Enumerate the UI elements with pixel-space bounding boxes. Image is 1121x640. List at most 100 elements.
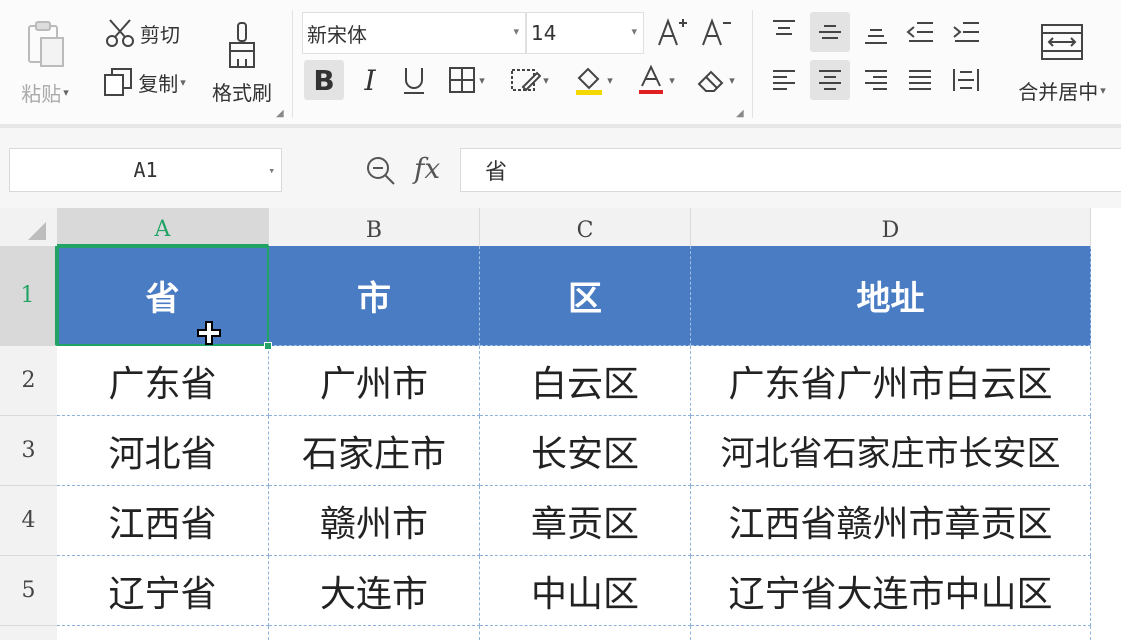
chevron-down-icon: ▾: [729, 73, 735, 87]
cell-d4[interactable]: 江西省赣州市章贡区: [691, 486, 1091, 556]
distributed-align-button[interactable]: [946, 60, 986, 100]
borders-button[interactable]: ▾: [440, 60, 492, 100]
clear-format-button[interactable]: ▾: [688, 60, 742, 100]
increase-indent-button[interactable]: [946, 12, 986, 52]
cell-c1[interactable]: 区: [480, 246, 691, 346]
cell-a4[interactable]: 江西省: [57, 486, 269, 556]
font-size-select[interactable]: 14 ▾: [526, 12, 644, 54]
format-painter-button[interactable]: 格式刷: [204, 8, 280, 118]
format-painter-label: 格式刷: [212, 80, 272, 105]
cell-d5[interactable]: 辽宁省大连市中山区: [691, 556, 1091, 626]
corner-triangle-icon: [28, 222, 46, 240]
paste-button[interactable]: 粘贴 ▾: [10, 8, 80, 118]
align-middle-icon: [819, 25, 841, 39]
cell-b1[interactable]: 市: [269, 246, 480, 346]
align-center-button[interactable]: [810, 60, 850, 100]
indent-icon: [953, 22, 979, 42]
cell-a3[interactable]: 河北省: [57, 416, 269, 486]
cell-b5[interactable]: 大连市: [269, 556, 480, 626]
align-middle-button[interactable]: [810, 12, 850, 52]
font-grow-icon: [658, 18, 687, 46]
zoom-button[interactable]: [364, 154, 400, 190]
increase-font-size-button[interactable]: [652, 12, 692, 52]
cell-a5[interactable]: 辽宁省: [57, 556, 269, 626]
outdent-icon: [906, 22, 933, 42]
italic-button[interactable]: I: [350, 60, 390, 100]
cell-reference: A1: [133, 158, 158, 182]
row-header-label: 2: [21, 368, 36, 393]
row-header-label: 3: [21, 438, 36, 463]
borders-icon: [449, 67, 476, 93]
italic-icon: I: [364, 63, 376, 97]
decrease-font-size-button[interactable]: [696, 12, 736, 52]
justify-button[interactable]: [900, 60, 940, 100]
copy-button[interactable]: 复制 ▾: [92, 62, 196, 102]
cell-d1[interactable]: 地址: [691, 246, 1091, 346]
font-name-value: 新宋体: [307, 22, 367, 47]
cell-c5[interactable]: 中山区: [480, 556, 691, 626]
cell-c2[interactable]: 白云区: [480, 346, 691, 416]
cell-b2[interactable]: 广州市: [269, 346, 480, 416]
font-dialog-launcher[interactable]: ◢: [736, 108, 744, 119]
divider: [752, 10, 753, 118]
copy-icon: [104, 68, 133, 96]
row-header-5[interactable]: 5: [0, 556, 57, 626]
font-name-select[interactable]: 新宋体 ▾: [302, 12, 526, 54]
chevron-down-icon: ▾: [479, 73, 485, 87]
clipboard-dialog-launcher[interactable]: ◢: [276, 108, 284, 119]
select-all-corner[interactable]: [0, 208, 57, 246]
font-size-value: 14: [531, 21, 557, 45]
column-header-a[interactable]: A: [57, 208, 269, 246]
cell-b3[interactable]: 石家庄市: [269, 416, 480, 486]
align-top-button[interactable]: [764, 12, 804, 52]
chevron-down-icon: ▾: [607, 73, 613, 87]
column-header-d[interactable]: D: [691, 208, 1091, 246]
cell-c3[interactable]: 长安区: [480, 416, 691, 486]
cut-button[interactable]: 剪切: [92, 14, 192, 52]
row-header-1[interactable]: 1: [0, 246, 57, 346]
cell-a2[interactable]: 广东省: [57, 346, 269, 416]
align-right-button[interactable]: [856, 60, 896, 100]
chevron-down-icon: ▾: [513, 25, 519, 38]
distribute-icon: [953, 69, 979, 91]
cell-d6[interactable]: [691, 626, 1091, 640]
cell-d2[interactable]: 广东省广州市白云区: [691, 346, 1091, 416]
cell-c4[interactable]: 章贡区: [480, 486, 691, 556]
column-header-label: A: [154, 216, 171, 242]
cell-a1[interactable]: 省: [57, 246, 269, 346]
align-top-icon: [773, 20, 795, 35]
column-header-c[interactable]: C: [480, 208, 691, 246]
cell-a6[interactable]: [57, 626, 269, 640]
chevron-down-icon: ▾: [631, 25, 637, 38]
cell-b6[interactable]: [269, 626, 480, 640]
row-header-label: 5: [21, 578, 36, 603]
column-header-label: C: [576, 217, 594, 243]
paint-bucket-icon: [576, 67, 603, 95]
cell-d3[interactable]: 河北省石家庄市长安区: [691, 416, 1091, 486]
align-left-button[interactable]: [764, 60, 804, 100]
font-color-button[interactable]: ▾: [628, 60, 682, 100]
cell-b4[interactable]: 赣州市: [269, 486, 480, 556]
formula-input[interactable]: 省: [460, 148, 1121, 192]
row-header-2[interactable]: 2: [0, 346, 57, 416]
move-cursor-icon: [197, 321, 221, 345]
ribbon-toolbar: 粘贴 ▾ 剪切 复制 ▾ 格式刷 ◢ 新宋体 ▾ 14 ▾ B I ▾ ▾ ▾ …: [0, 0, 1121, 128]
fill-handle[interactable]: [264, 342, 272, 350]
cell-style-button[interactable]: ▾: [502, 60, 556, 100]
bold-button[interactable]: B: [304, 60, 344, 100]
align-center-icon: [819, 70, 841, 90]
align-bottom-icon: [865, 29, 887, 44]
row-header-6[interactable]: [0, 626, 57, 640]
row-header-4[interactable]: 4: [0, 486, 57, 556]
name-box[interactable]: A1 ▾: [9, 148, 282, 192]
row-header-label: 1: [20, 283, 35, 308]
insert-function-button[interactable]: fx: [414, 152, 440, 185]
decrease-indent-button[interactable]: [900, 12, 940, 52]
row-header-3[interactable]: 3: [0, 416, 57, 486]
column-header-b[interactable]: B: [269, 208, 480, 246]
cell-c6[interactable]: [480, 626, 691, 640]
align-bottom-button[interactable]: [856, 12, 896, 52]
underline-button[interactable]: [394, 60, 434, 100]
merge-center-button[interactable]: 合并居中 ▾: [1006, 8, 1118, 118]
fill-color-button[interactable]: ▾: [566, 60, 620, 100]
